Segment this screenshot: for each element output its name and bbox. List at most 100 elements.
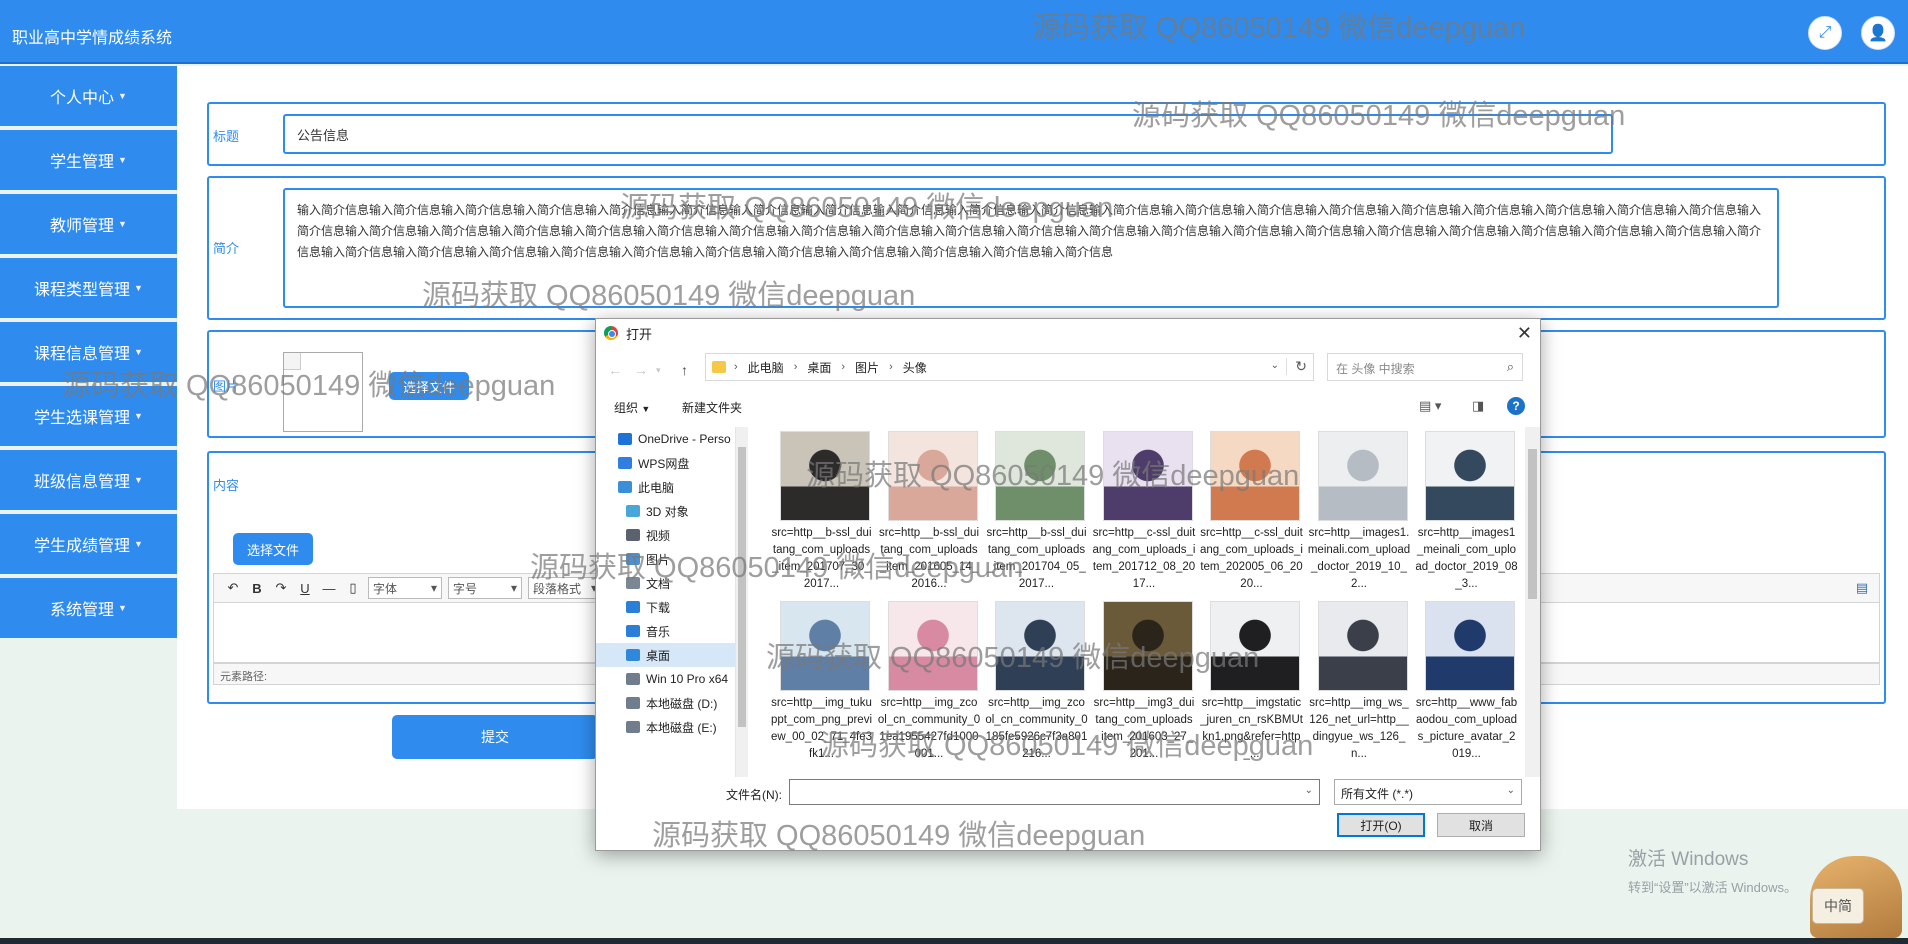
tree-item[interactable]: OneDrive - Perso — [596, 427, 735, 451]
fullscreen-button[interactable]: ⤢ — [1808, 16, 1842, 50]
dialog-titlebar: 打开 ✕ — [596, 319, 1540, 347]
help-icon[interactable]: ? — [1507, 397, 1525, 415]
sidebar-item-teachers[interactable]: 教师管理 ▼ — [0, 194, 177, 254]
title-row: 标题 公告信息 — [207, 102, 1886, 166]
intro-textarea[interactable]: 输入简介信息输入简介信息输入简介信息输入简介信息输入简介信息输入简介信息输入简介… — [283, 188, 1779, 308]
tree-item[interactable]: 本地磁盘 (D:) — [596, 691, 735, 715]
chevron-right-icon: › — [734, 361, 738, 373]
underline-icon[interactable]: U — [296, 581, 314, 596]
tree-item[interactable]: 3D 对象 — [596, 499, 735, 523]
image-thumbnail — [780, 601, 870, 691]
file-item[interactable]: src=http__images1.meinali.com_upload_doc… — [1308, 431, 1411, 599]
file-item[interactable]: src=http__c-ssl_duitang_com_uploads_item… — [1200, 431, 1303, 599]
breadcrumb-item[interactable]: 头像 — [903, 359, 927, 376]
sidebar-item-course-selection[interactable]: 学生选课管理 ▼ — [0, 386, 177, 446]
file-item[interactable]: src=http__b-ssl_duitang_com_uploads_item… — [770, 431, 873, 599]
tree-item[interactable]: 本地磁盘 (E:) — [596, 715, 735, 739]
preview-pane-icon[interactable]: ◨ — [1472, 398, 1484, 414]
caret-down-icon: ▼ — [134, 475, 143, 485]
open-button[interactable]: 打开(O) — [1337, 813, 1425, 837]
recent-dropdown-icon[interactable]: ▾ — [656, 365, 661, 376]
file-item[interactable]: src=http__www_fabaodou_com_uploads_pictu… — [1415, 601, 1518, 769]
tree-item[interactable]: 视频 — [596, 523, 735, 547]
format-select[interactable]: 段落格式 ▾ — [528, 577, 602, 599]
image-upload-button[interactable]: 选择文件 — [389, 372, 469, 400]
tree-scrollbar[interactable] — [736, 427, 748, 777]
sidebar-item-students[interactable]: 学生管理 ▼ — [0, 130, 177, 190]
tree-item[interactable]: 下载 — [596, 595, 735, 619]
caret-down-icon: ▼ — [134, 283, 143, 293]
file-item[interactable]: src=http__b-ssl_duitang_com_uploads_item… — [985, 431, 1088, 599]
file-item[interactable]: src=http__img_tukuppt_com_png_preview_00… — [770, 601, 873, 769]
sidebar-item-system[interactable]: 系统管理 ▼ — [0, 578, 177, 638]
filetype-select[interactable]: 所有文件 (*.*) ⌄ — [1334, 779, 1522, 805]
sidebar-item-label: 课程信息管理 — [34, 346, 131, 363]
tree-item[interactable]: WPS网盘 — [596, 451, 735, 475]
sidebar-item-course-info[interactable]: 课程信息管理 ▼ — [0, 322, 177, 382]
file-item[interactable]: src=http__img3_duitang_com_uploads_item_… — [1093, 601, 1196, 769]
bold-icon[interactable]: B — [248, 581, 266, 596]
file-name: src=http__b-ssl_duitang_com_uploads_item… — [771, 527, 872, 590]
size-select[interactable]: 字号 ▾ — [448, 577, 522, 599]
address-bar[interactable]: › 此电脑 › 桌面 › 图片 › 头像 ⌄ ↻ — [705, 353, 1314, 381]
tree-item[interactable]: Win 10 Pro x64 — [596, 667, 735, 691]
user-button[interactable]: 👤 — [1861, 16, 1895, 50]
tree-item-label: 桌面 — [646, 648, 671, 663]
forward-arrow-icon[interactable]: → — [634, 362, 648, 378]
breadcrumb-item[interactable]: 图片 — [855, 359, 879, 376]
file-item[interactable]: src=http__b-ssl_duitang_com_uploads_item… — [878, 431, 981, 599]
file-item[interactable]: src=http__img_zcool_cn_community_0185fe5… — [985, 601, 1088, 769]
file-name: src=http__img3_duitang_com_uploads_item_… — [1093, 697, 1195, 760]
sidebar-item-grades[interactable]: 学生成绩管理 ▼ — [0, 514, 177, 574]
tree-item[interactable]: 文档 — [596, 571, 735, 595]
sidebar-item-course-types[interactable]: 课程类型管理 ▼ — [0, 258, 177, 318]
source-view-icon[interactable]: ▤ — [1853, 580, 1871, 596]
chevron-down-icon[interactable]: ⌄ — [1305, 785, 1313, 796]
tree-item[interactable]: 桌面 — [596, 643, 735, 667]
tree-item-label: 视频 — [646, 528, 671, 543]
tree-scrollbar-thumb[interactable] — [738, 447, 746, 727]
content-upload-button[interactable]: 选择文件 — [233, 533, 313, 565]
back-arrow-icon[interactable]: ← — [608, 362, 622, 378]
file-item[interactable]: src=http__img_ws_126_net_url=http__dingy… — [1308, 601, 1411, 769]
submit-button[interactable]: 提交 — [392, 715, 598, 759]
refresh-icon[interactable]: ↻ — [1286, 358, 1307, 375]
organize-menu[interactable]: 组织 ▼ — [614, 399, 650, 416]
view-options-icon[interactable]: ▤ ▾ — [1419, 398, 1441, 414]
music-icon — [626, 625, 640, 637]
tree-item-label: 本地磁盘 (E:) — [646, 720, 717, 735]
undo-icon[interactable]: ↶ — [224, 580, 242, 596]
file-grid-scrollbar-thumb[interactable] — [1528, 449, 1537, 599]
sidebar-item-class-info[interactable]: 班级信息管理 ▼ — [0, 450, 177, 510]
title-input[interactable]: 公告信息 — [283, 114, 1613, 154]
cancel-button[interactable]: 取消 — [1437, 813, 1525, 837]
tree-item[interactable]: 此电脑 — [596, 475, 735, 499]
pictures-icon — [626, 553, 640, 565]
file-grid-scrollbar[interactable] — [1525, 427, 1540, 777]
tree-item[interactable]: 音乐 — [596, 619, 735, 643]
sidebar-item-personal-center[interactable]: 个人中心 ▼ — [0, 66, 177, 126]
breadcrumb-item[interactable]: 此电脑 — [748, 359, 784, 376]
chevron-right-icon: › — [793, 361, 798, 373]
search-input[interactable]: 在 头像 中搜索 ⌕ — [1327, 353, 1523, 381]
redo-icon[interactable]: ↷ — [272, 580, 290, 596]
file-item[interactable]: src=http__img_zcool_cn_community_01ea195… — [878, 601, 981, 769]
file-item[interactable]: src=http__c-ssl_duitang_com_uploads_item… — [1093, 431, 1196, 599]
file-item[interactable]: src=http__images1_meinali_com_upload_doc… — [1415, 431, 1518, 599]
caret-down-icon: ▼ — [118, 155, 127, 165]
tree-item[interactable]: 图片 — [596, 547, 735, 571]
input-method-badge[interactable]: 中简 — [1812, 888, 1864, 924]
page-icon[interactable]: ▯ — [344, 580, 362, 596]
font-select[interactable]: 字体 ▾ — [368, 577, 442, 599]
breadcrumb-item[interactable]: 桌面 — [807, 359, 831, 376]
activation-line2: 转到“设置”以激活 Windows。 — [1628, 880, 1798, 895]
new-folder-button[interactable]: 新建文件夹 — [682, 399, 742, 416]
file-item[interactable]: src=http__imgstatic_juren_cn_rsKBMUtkn1.… — [1200, 601, 1303, 769]
cloud-icon — [618, 457, 632, 469]
up-arrow-icon[interactable]: ↑ — [681, 362, 688, 378]
filename-input[interactable]: ⌄ — [789, 779, 1320, 805]
chevron-down-icon[interactable]: ⌄ — [1271, 360, 1279, 371]
file-name: src=http__img_tukuppt_com_png_preview_00… — [770, 697, 873, 760]
horizontal-rule-icon[interactable]: — — [320, 581, 338, 596]
close-icon[interactable]: ✕ — [1517, 323, 1532, 344]
